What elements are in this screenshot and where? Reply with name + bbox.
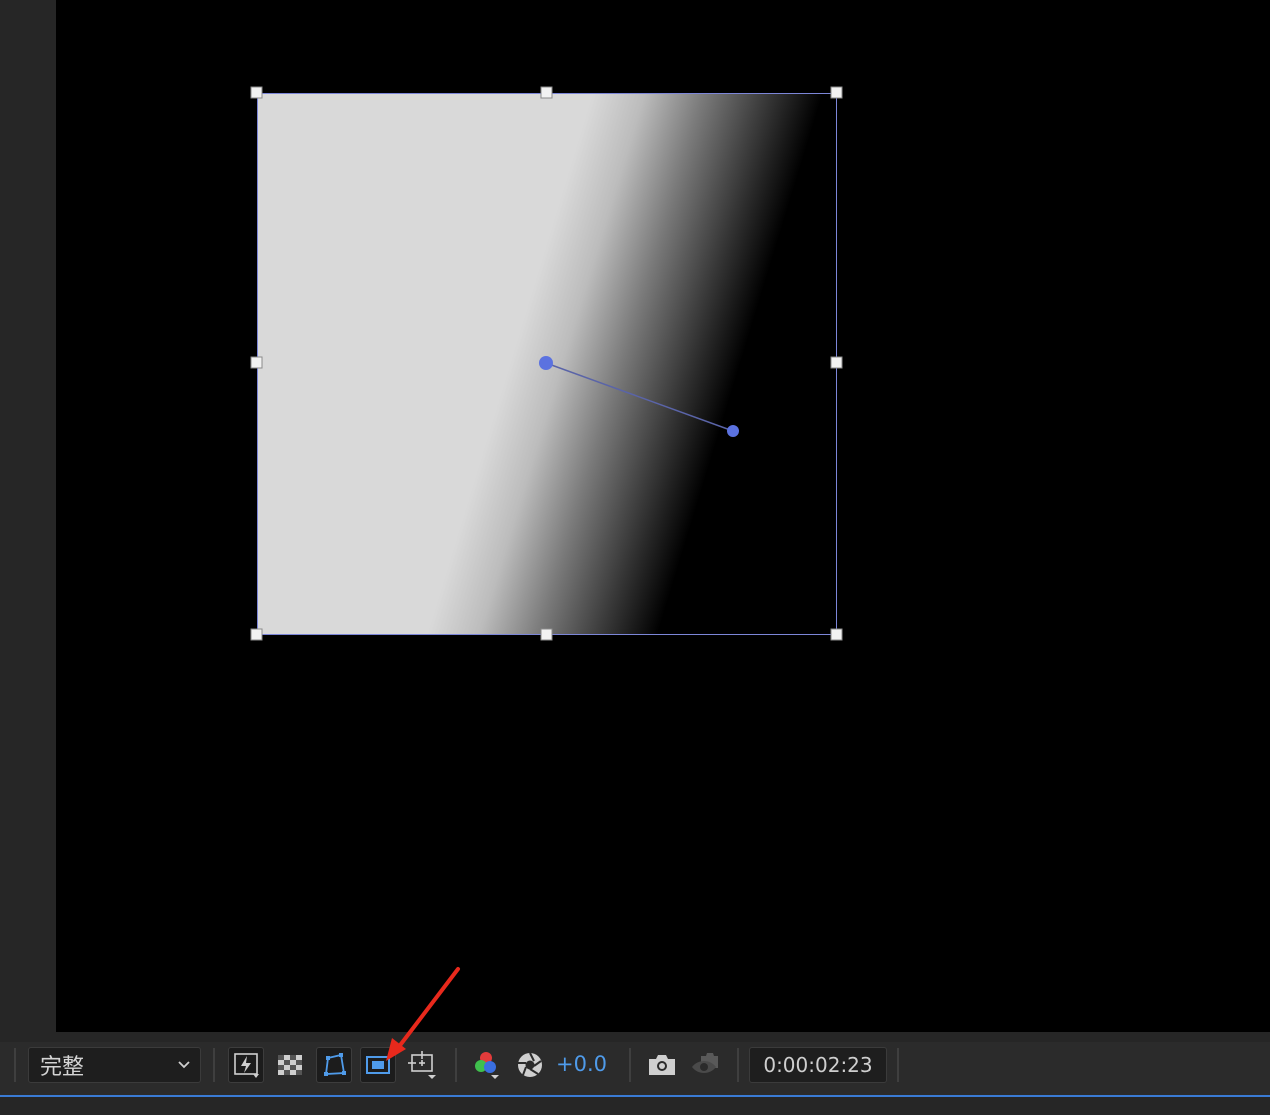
region-of-interest-button[interactable] [360,1047,396,1083]
current-time-display[interactable]: 0:00:02:23 [749,1047,887,1083]
show-snapshot-icon [692,1053,718,1073]
timecode-value: 0:00:02:23 [763,1053,873,1077]
region-of-interest-icon [366,1056,390,1074]
handle-bottom-center[interactable] [540,628,553,641]
handle-bottom-left[interactable] [250,628,263,641]
toolbar-separator [213,1048,215,1082]
gradient-end-point[interactable] [727,425,739,437]
show-snapshot-button[interactable] [688,1047,724,1083]
mask-visibility-button[interactable] [316,1047,352,1083]
toolbar-top-border [0,1032,1270,1042]
toolbar-separator [737,1048,739,1082]
viewer-toolbar: 完整 +0.0 0:00:02:23 [0,1032,1270,1115]
handle-top-center[interactable] [540,86,553,99]
handle-middle-right[interactable] [830,356,843,369]
transparency-grid-button[interactable] [272,1047,308,1083]
left-panel [0,0,56,1032]
toolbar-separator [897,1048,899,1082]
toolbar-bottom-area [0,1097,1270,1115]
grid-guides-button[interactable] [404,1047,440,1083]
checkerboard-icon [278,1055,302,1075]
fast-previews-button[interactable] [228,1047,264,1083]
channel-button[interactable] [468,1047,504,1083]
composition-viewer[interactable] [56,0,1270,1032]
handle-top-left[interactable] [250,86,263,99]
snapshot-button[interactable] [644,1047,680,1083]
toolbar-separator [14,1048,16,1082]
mask-path-icon [324,1053,346,1076]
layer-handles-overlay [250,86,843,641]
gradient-ramp-line [545,362,734,432]
reset-exposure-button[interactable] [512,1047,548,1083]
toolbar-separator [455,1048,457,1082]
chevron-down-icon [178,1061,190,1069]
handle-bottom-right[interactable] [830,628,843,641]
resolution-dropdown[interactable]: 完整 [28,1047,201,1083]
gradient-start-point[interactable] [539,356,553,370]
lightning-icon [234,1053,259,1078]
toolbar-separator [629,1048,631,1082]
rgb-channels-icon [475,1052,499,1079]
composition-viewer-app: 完整 +0.0 0:00:02:23 [0,0,1270,1115]
camera-icon [649,1055,675,1075]
exposure-value[interactable]: +0.0 [556,1052,607,1076]
resolution-value: 完整 [40,1055,85,1080]
grid-guides-icon [408,1051,436,1079]
aperture-icon [518,1052,542,1077]
handle-top-right[interactable] [830,86,843,99]
handle-middle-left[interactable] [250,356,263,369]
